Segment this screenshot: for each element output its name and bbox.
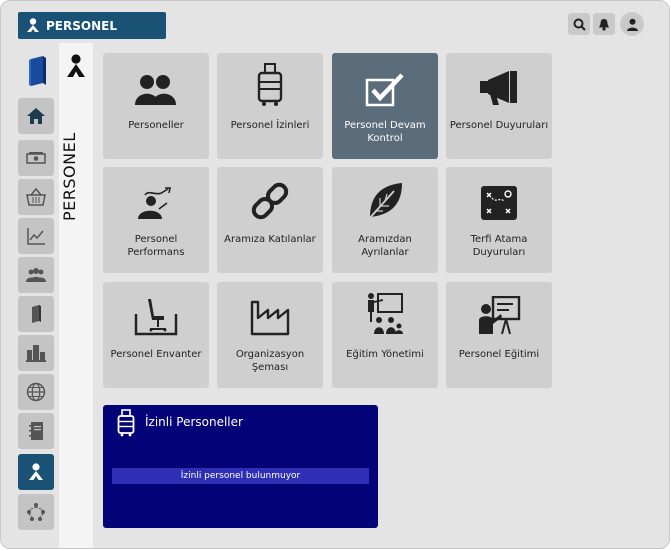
- search-icon: [573, 18, 586, 31]
- tile-label: Eğitim Yönetimi: [346, 349, 424, 360]
- section-tab: PERSONEL: [59, 43, 93, 548]
- tile-label: Personel İzinleri: [230, 120, 310, 131]
- line-chart-icon: [27, 228, 45, 245]
- sidebar-item-hierarchy[interactable]: [18, 494, 54, 530]
- tile-aramizdan-ayrilanlar[interactable]: Aramızdan Ayrılanlar: [332, 167, 438, 273]
- tile-terfi-atama-duyurulari[interactable]: Terfi Atama Duyuruları: [446, 167, 552, 273]
- tile-personeller[interactable]: Personeller: [103, 53, 209, 159]
- strategy-board-icon: [481, 186, 517, 220]
- user-menu-button[interactable]: [620, 12, 644, 36]
- person-icon: [64, 53, 88, 79]
- megaphone-icon: [480, 71, 517, 105]
- notebook-icon: [29, 422, 43, 440]
- tile-personel-izinleri[interactable]: Personel İzinleri: [217, 53, 323, 159]
- sidebar-item-buildings[interactable]: [18, 335, 54, 371]
- tile-personel-performans[interactable]: Personel Performans: [103, 167, 209, 273]
- notifications-button[interactable]: [593, 13, 615, 35]
- sidebar-item-basket[interactable]: [18, 179, 54, 215]
- factory-icon: [250, 300, 290, 336]
- tile-label: Personel Envanter: [110, 349, 202, 360]
- tile-personel-envanter[interactable]: Personel Envanter: [103, 282, 209, 388]
- tile-label: Personel Eğitimi: [458, 349, 540, 360]
- sidebar-item-home[interactable]: [18, 98, 54, 134]
- people-icon: [135, 75, 176, 105]
- group-icon: [26, 268, 46, 282]
- person-icon: [24, 17, 42, 35]
- tile-organizasyon-semasi[interactable]: Organizasyon Şeması: [217, 282, 323, 388]
- checkbox-icon: [365, 73, 404, 107]
- luggage-icon: [257, 63, 283, 106]
- buildings-icon: [26, 345, 46, 362]
- tile-personel-duyurulari[interactable]: Personel Duyuruları: [446, 53, 552, 159]
- sidebar-item-globe[interactable]: [18, 374, 54, 410]
- user-icon: [626, 18, 638, 31]
- on-leave-panel: İzinli Personeller İzinli personel bulun…: [103, 405, 378, 528]
- bell-icon: [599, 18, 609, 31]
- book-icon: [32, 305, 41, 323]
- globe-icon: [26, 382, 46, 402]
- tile-aramiza-katilanlar[interactable]: Aramıza Katılanlar: [217, 167, 323, 273]
- presentation-group-icon: [368, 293, 403, 334]
- app-title: PERSONEL: [46, 18, 117, 33]
- sidebar-item-group[interactable]: [18, 257, 54, 293]
- tile-label: Personel Devam Kontrol: [344, 120, 426, 144]
- tile-label: Terfi Atama Duyuruları: [470, 234, 528, 258]
- teacher-board-icon: [479, 296, 521, 335]
- tile-label: Personel Duyuruları: [449, 120, 549, 131]
- sidebar-item-money[interactable]: [18, 140, 54, 176]
- performance-icon: [138, 187, 171, 219]
- tile-label: Organizasyon Şeması: [235, 349, 305, 373]
- money-icon: [26, 152, 46, 164]
- leaf-icon: [367, 183, 402, 221]
- search-button[interactable]: [568, 13, 590, 35]
- sidebar-item-personel[interactable]: [18, 454, 54, 490]
- sidebar-item-chart[interactable]: [18, 218, 54, 254]
- tile-egitim-yonetimi[interactable]: Eğitim Yönetimi: [332, 282, 438, 388]
- app-title-bar[interactable]: PERSONEL: [18, 12, 166, 39]
- tile-label: Personeller: [128, 120, 184, 131]
- sidebar-item-notebook[interactable]: [18, 413, 54, 449]
- tile-label: Aramıza Katılanlar: [224, 234, 316, 245]
- home-icon: [27, 108, 45, 124]
- tile-personel-devam-kontrol[interactable]: Personel Devam Kontrol: [332, 53, 438, 159]
- hierarchy-icon: [27, 503, 45, 521]
- tile-personel-egitimi[interactable]: Personel Eğitimi: [446, 282, 552, 388]
- panel-title: İzinli Personeller: [145, 415, 243, 429]
- tile-label: Personel Performans: [127, 234, 185, 258]
- app-window: PERSONEL PERSONEL Personeller Personel İ…: [0, 0, 670, 549]
- section-title: PERSONEL: [60, 132, 79, 221]
- luggage-icon: [117, 409, 135, 437]
- book-icon[interactable]: [27, 55, 49, 87]
- link-icon: [251, 182, 289, 220]
- basket-icon: [26, 188, 46, 206]
- office-chair-icon: [134, 299, 178, 336]
- person-icon: [29, 463, 43, 480]
- empty-state-message: İzinli personel bulunmuyor: [112, 468, 369, 484]
- tile-label: Aramızdan Ayrılanlar: [358, 234, 412, 258]
- header-actions: [568, 12, 644, 36]
- sidebar-item-book[interactable]: [18, 296, 54, 332]
